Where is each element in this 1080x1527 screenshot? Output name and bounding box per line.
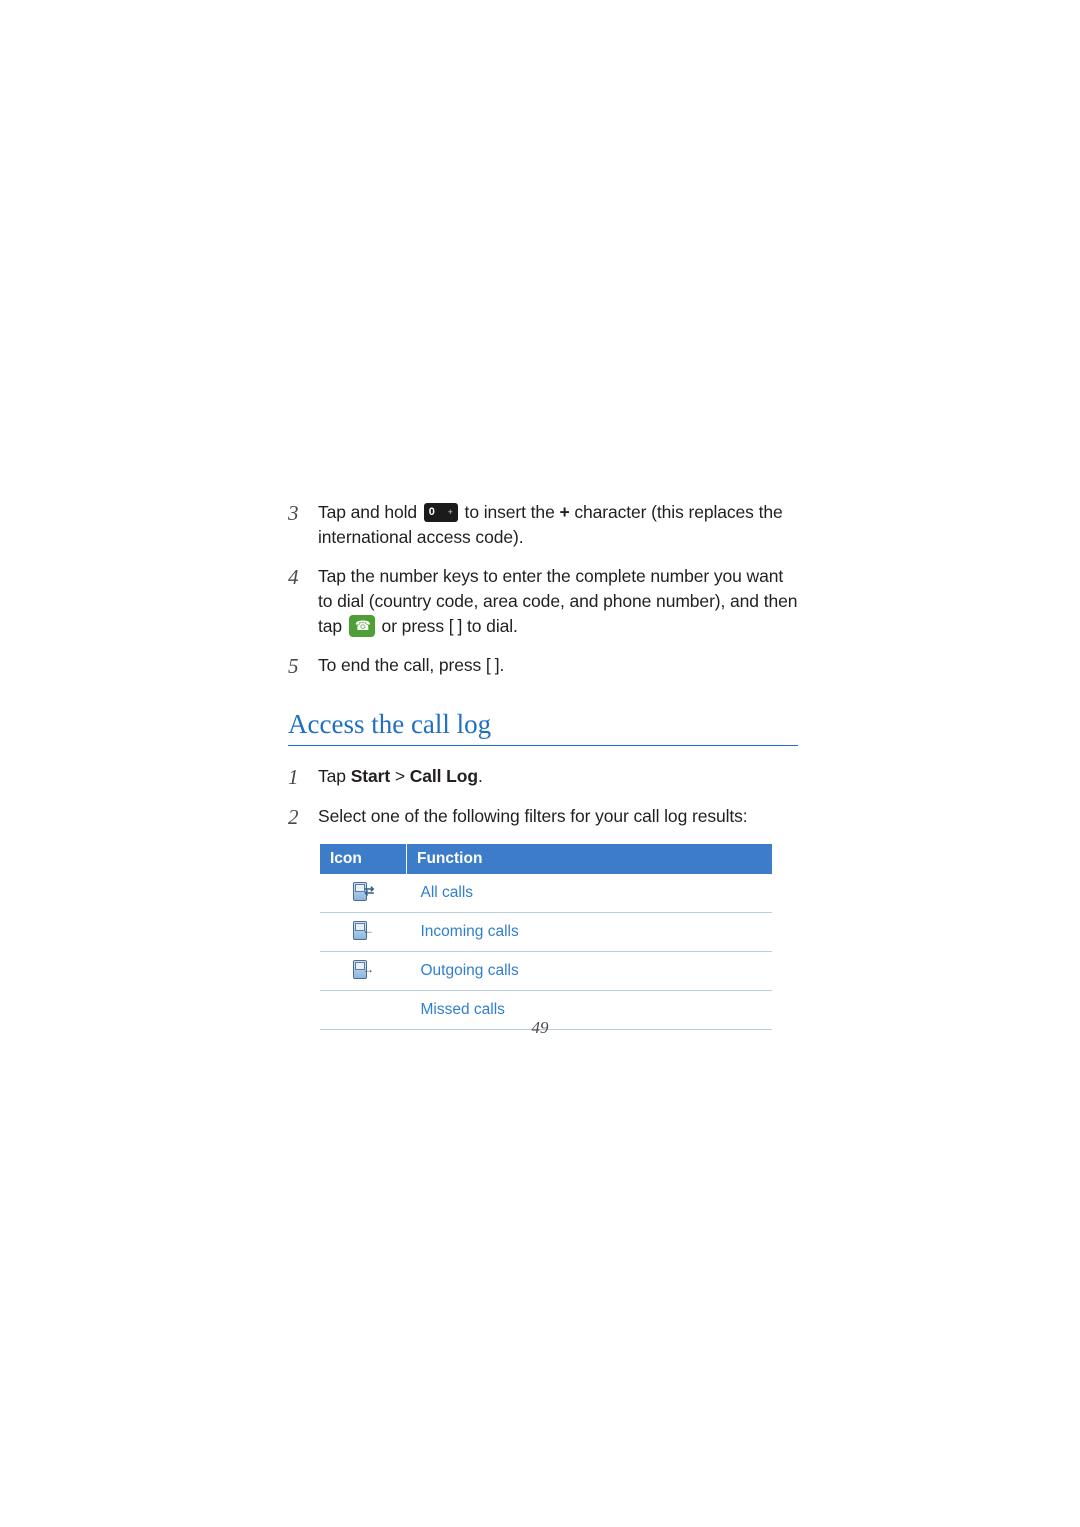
step-5: 5 To end the call, press []. <box>288 653 798 689</box>
section-heading: Access the call log <box>288 709 798 746</box>
section-step-1-prefix: Tap <box>318 766 351 786</box>
step-3-text-mid: to insert the <box>459 502 560 522</box>
menu-call-log-label: Call Log <box>409 766 478 786</box>
step-3: 3 Tap and hold 0 + to insert the + charac… <box>288 500 798 550</box>
step-5-text-part1: To end the call, press [ <box>318 655 491 675</box>
table-row: ⇄ All calls <box>320 874 772 913</box>
table-header-icon: Icon <box>320 844 407 874</box>
page-number: 49 <box>531 1018 549 1037</box>
zero-key-icon: 0 + <box>423 503 458 522</box>
incoming-calls-label[interactable]: Incoming calls <box>406 912 772 952</box>
outgoing-calls-icon-cell: → <box>320 951 407 991</box>
table-header-row: Icon Function <box>320 844 772 874</box>
plus-character: + <box>559 502 570 522</box>
step-5-text-part2: ]. <box>494 655 505 675</box>
step-3-text: Tap and hold 0 + to insert the + characte… <box>318 500 798 550</box>
incoming-calls-icon-cell: ← <box>320 912 407 952</box>
step-5-text: To end the call, press []. <box>318 653 798 689</box>
all-calls-icon: ⇄ <box>352 881 374 901</box>
all-calls-icon-cell: ⇄ <box>320 874 407 913</box>
outgoing-calls-icon: → <box>352 959 374 979</box>
section-step-1: 1 Tap Start > Call Log. <box>288 764 798 790</box>
document-page: 3 Tap and hold 0 + to insert the + charac… <box>0 0 1080 1527</box>
page-content: 3 Tap and hold 0 + to insert the + charac… <box>288 500 798 1030</box>
step-4-text: Tap the number keys to enter the complet… <box>318 564 798 639</box>
step-4-text-part2: or press [ <box>376 616 454 636</box>
incoming-calls-icon: ← <box>352 920 374 940</box>
section-step-1-number: 1 <box>288 765 299 789</box>
call-log-filter-table: Icon Function ⇄ All calls ← Incoming cal… <box>320 844 772 1030</box>
step-4: 4 Tap the number keys to enter the compl… <box>288 564 798 639</box>
section-step-2-text: Select one of the following filters for … <box>318 806 748 826</box>
all-calls-label[interactable]: All calls <box>406 874 772 913</box>
table-row: → Outgoing calls <box>320 951 772 991</box>
menu-start-label: Start <box>350 766 391 786</box>
step-3-number: 3 <box>288 501 299 525</box>
section-step-2: 2 Select one of the following filters fo… <box>288 804 798 830</box>
step-3-text-before: Tap and hold <box>318 502 422 522</box>
step-4-number: 4 <box>288 565 299 589</box>
step-4-text-part3: ] to dial. <box>457 616 518 636</box>
section-step-1-suffix: . <box>477 766 483 786</box>
table-row: ← Incoming calls <box>320 912 772 952</box>
menu-separator: > <box>390 766 410 786</box>
outgoing-calls-label[interactable]: Outgoing calls <box>406 951 772 991</box>
table-header-function: Function <box>406 844 772 874</box>
section-step-1-text: Tap Start > Call Log. <box>318 764 798 789</box>
green-call-key-icon: ☎ <box>348 615 375 637</box>
section-step-2-number: 2 <box>288 805 299 829</box>
step-5-number: 5 <box>288 654 299 678</box>
